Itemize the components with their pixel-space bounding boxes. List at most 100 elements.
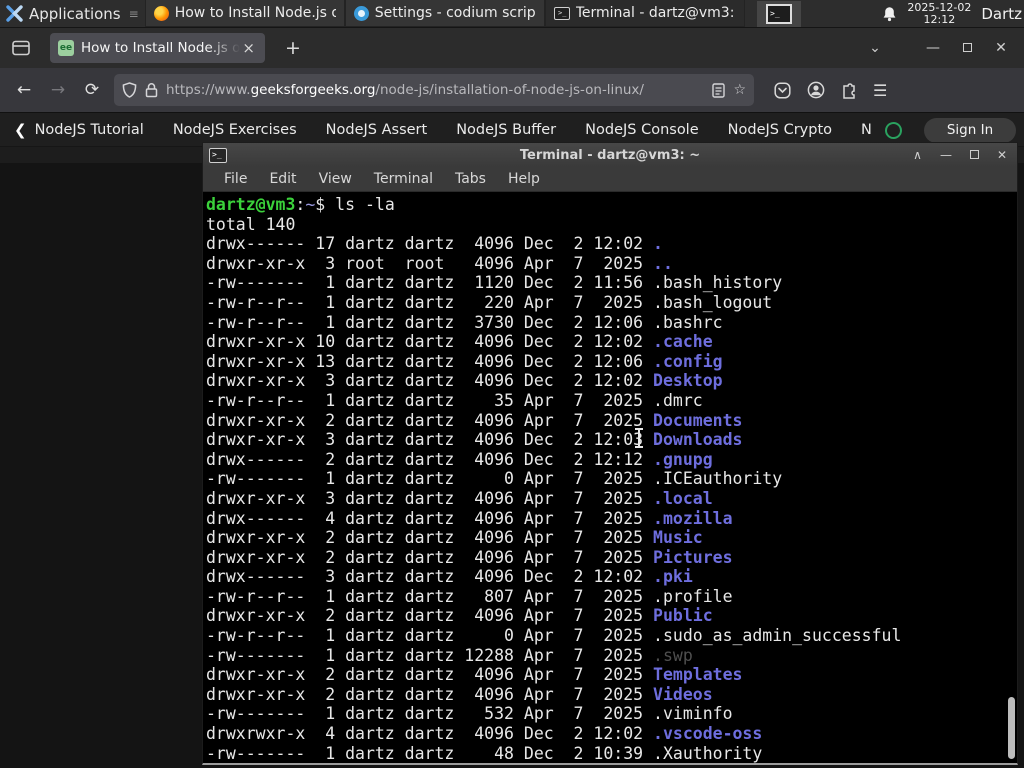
ls-meta: -rw-r--r-- 1 dartz dartz 35 Apr 7 2025 <box>206 390 654 410</box>
tab-close-icon[interactable]: × <box>240 39 257 57</box>
reader-mode-icon[interactable] <box>712 82 726 98</box>
window-maximize-icon[interactable] <box>950 40 984 56</box>
terminal-window-controls: ∧ — ✕ <box>913 143 1011 167</box>
ls-name: Downloads <box>653 430 743 450</box>
url-bar[interactable]: https://www.geeksforgeeks.org/node-js/in… <box>114 74 754 106</box>
extensions-icon[interactable] <box>841 82 857 99</box>
terminal-maximize-icon[interactable] <box>969 143 979 167</box>
ls-meta: drwxr-xr-x 2 dartz dartz 4096 Apr 7 2025 <box>206 606 654 626</box>
taskbar-window-firefox[interactable]: How to Install Node.js o... <box>144 0 345 27</box>
ls-line: drwxr-xr-x 3 dartz dartz 4096 Dec 2 12:0… <box>206 371 1017 391</box>
subnav-links: NodeJS Tutorial NodeJS Exercises NodeJS As… <box>35 122 1015 138</box>
total-line: total 140 <box>206 214 296 234</box>
ls-line: -rw------- 1 dartz dartz 48 Dec 2 10:39 … <box>206 744 1017 763</box>
ls-name: . <box>653 234 663 254</box>
menu-item-terminal[interactable]: Terminal <box>363 171 444 187</box>
terminal-close-icon[interactable]: ✕ <box>997 143 1007 167</box>
ls-meta: -rw------- 1 dartz dartz 48 Dec 2 10:39 <box>206 743 654 763</box>
ls-line: drwx------ 4 dartz dartz 4096 Apr 7 2025… <box>206 509 1017 529</box>
ls-meta: drwxr-xr-x 2 dartz dartz 4096 Apr 7 2025 <box>206 665 654 685</box>
list-all-tabs-icon[interactable]: ⌄ <box>858 40 892 56</box>
new-tab-button[interactable]: + <box>277 37 309 59</box>
ls-meta: drwxr-xr-x 3 dartz dartz 4096 Apr 7 2025 <box>206 488 654 508</box>
navigation-toolbar: ← → ⟳ https://www.geeksforgeeks.org/node… <box>0 68 1024 112</box>
browser-tab[interactable]: ee How to Install Node.js on × <box>50 33 265 63</box>
bookmark-star-icon[interactable]: ☆ <box>733 82 746 98</box>
ls-line: drwxr-xr-x 3 dartz dartz 4096 Dec 2 12:0… <box>206 430 1017 450</box>
ls-name: .sudo_as_admin_successful <box>653 626 902 646</box>
taskbar-window-label: How to Install Node.js o... <box>174 5 336 21</box>
search-icon[interactable] <box>885 121 902 139</box>
subnav-link-4[interactable]: NodeJS Console <box>585 122 699 138</box>
terminal-launcher-icon: >_ <box>766 4 792 24</box>
pocket-icon[interactable] <box>774 81 791 99</box>
ls-meta: drwxr-xr-x 2 dartz dartz 4096 Apr 7 2025 <box>206 410 654 430</box>
ls-name: Templates <box>653 665 743 685</box>
ls-meta: drwxr-xr-x 3 dartz dartz 4096 Dec 2 12:0… <box>206 430 654 450</box>
terminal-icon: >_ <box>553 6 570 20</box>
taskbar-window-terminal[interactable]: >_ Terminal - dartz@vm3: ~ <box>544 0 745 27</box>
clock[interactable]: 2025-12-02 12:12 <box>907 2 971 26</box>
menu-item-help[interactable]: Help <box>497 171 551 187</box>
ls-meta: drwx------ 2 dartz dartz 4096 Dec 2 12:1… <box>206 449 654 469</box>
menu-item-view[interactable]: View <box>308 171 363 187</box>
taskbar-window-label: Terminal - dartz@vm3: ~ <box>575 5 736 21</box>
ls-meta: -rw------- 1 dartz dartz 0 Apr 7 2025 <box>206 469 654 489</box>
ls-meta: drwx------ 17 dartz dartz 4096 Dec 2 12:… <box>206 234 654 254</box>
tracking-shield-icon[interactable] <box>122 82 137 98</box>
ls-name: Pictures <box>653 547 733 567</box>
ls-meta: drwxr-xr-x 13 dartz dartz 4096 Dec 2 12:… <box>206 351 654 371</box>
window-minimize-icon[interactable]: — <box>916 40 950 56</box>
subnav-link-1[interactable]: NodeJS Exercises <box>173 122 297 138</box>
terminal-scrollbar[interactable] <box>1007 192 1016 763</box>
menu-item-edit[interactable]: Edit <box>258 171 307 187</box>
ls-meta: -rw-r--r-- 1 dartz dartz 3730 Dec 2 12:0… <box>206 312 654 332</box>
ls-line: -rw-r--r-- 1 dartz dartz 3730 Dec 2 12:0… <box>206 313 1017 333</box>
prompt-cwd: ~ <box>305 195 316 214</box>
ls-meta: drwxrwxr-x 4 dartz dartz 4096 Dec 2 12:0… <box>206 724 654 744</box>
ls-name: Documents <box>653 410 743 430</box>
url-text[interactable]: https://www.geeksforgeeks.org/node-js/in… <box>166 82 704 98</box>
terminal-titlebar[interactable]: Terminal - dartz@vm3: ~ >_ ∧ — ✕ <box>203 143 1017 167</box>
ls-line: drwxr-xr-x 2 dartz dartz 4096 Apr 7 2025… <box>206 685 1017 705</box>
back-icon[interactable]: ← <box>8 80 40 100</box>
ls-line: drwxr-xr-x 10 dartz dartz 4096 Dec 2 12:… <box>206 332 1017 352</box>
reload-icon[interactable]: ⟳ <box>76 80 108 100</box>
terminal-shade-icon[interactable]: ∧ <box>913 143 922 167</box>
ls-line: -rw------- 1 dartz dartz 12288 Apr 7 202… <box>206 646 1017 666</box>
terminal-scrollbar-thumb[interactable] <box>1008 697 1015 759</box>
firefox-view-icon[interactable] <box>6 34 36 62</box>
sign-in-button[interactable]: Sign In <box>924 117 1016 143</box>
terminal-launcher[interactable]: >_ <box>757 1 801 27</box>
terminal-screen[interactable]: dartz@vm3:~$ ls -la total 140 drwx------… <box>203 192 1017 763</box>
ls-line: drwxr-xr-x 3 dartz dartz 4096 Apr 7 2025… <box>206 489 1017 509</box>
menu-hamburger-icon[interactable]: ☰ <box>873 81 887 100</box>
subnav-link-5[interactable]: NodeJS Crypto <box>728 122 832 138</box>
distro-logo-icon <box>6 5 23 22</box>
menu-item-file[interactable]: File <box>213 171 258 187</box>
ls-line: drwxr-xr-x 2 dartz dartz 4096 Apr 7 2025… <box>206 528 1017 548</box>
ls-name: .cache <box>653 332 713 352</box>
terminal-window: Terminal - dartz@vm3: ~ >_ ∧ — ✕ File Edi… <box>202 142 1018 765</box>
ls-name: .vscode-oss <box>653 724 763 744</box>
tray-username[interactable]: Dartz <box>981 5 1022 23</box>
gfg-subnav: ❮ NodeJS Tutorial NodeJS Exercises NodeJS … <box>0 112 1024 146</box>
menu-item-tabs[interactable]: Tabs <box>444 171 497 187</box>
ls-line: -rw------- 1 dartz dartz 532 Apr 7 2025 … <box>206 704 1017 724</box>
forward-icon[interactable]: → <box>42 80 74 100</box>
applications-menu-button[interactable]: Applications ≡ <box>0 0 145 27</box>
window-close-icon[interactable]: ✕ <box>984 40 1018 56</box>
ls-meta: -rw-r--r-- 1 dartz dartz 0 Apr 7 2025 <box>206 626 654 646</box>
account-icon[interactable] <box>807 81 825 99</box>
taskbar-window-codium[interactable]: Settings - codium script... <box>344 0 545 27</box>
lock-icon[interactable] <box>145 82 158 98</box>
terminal-minimize-icon[interactable]: — <box>940 143 952 167</box>
subnav-link-2[interactable]: NodeJS Assert <box>326 122 428 138</box>
ls-name: .pki <box>653 567 693 587</box>
ls-name: .bashrc <box>653 312 723 332</box>
subnav-link-3[interactable]: NodeJS Buffer <box>456 122 556 138</box>
ls-line: drwxr-xr-x 3 root root 4096 Apr 7 2025 .… <box>206 254 1017 274</box>
notification-bell-icon[interactable] <box>882 6 897 22</box>
subnav-link-0[interactable]: NodeJS Tutorial <box>35 122 144 138</box>
subnav-back-chevron-icon[interactable]: ❮ <box>14 121 27 139</box>
